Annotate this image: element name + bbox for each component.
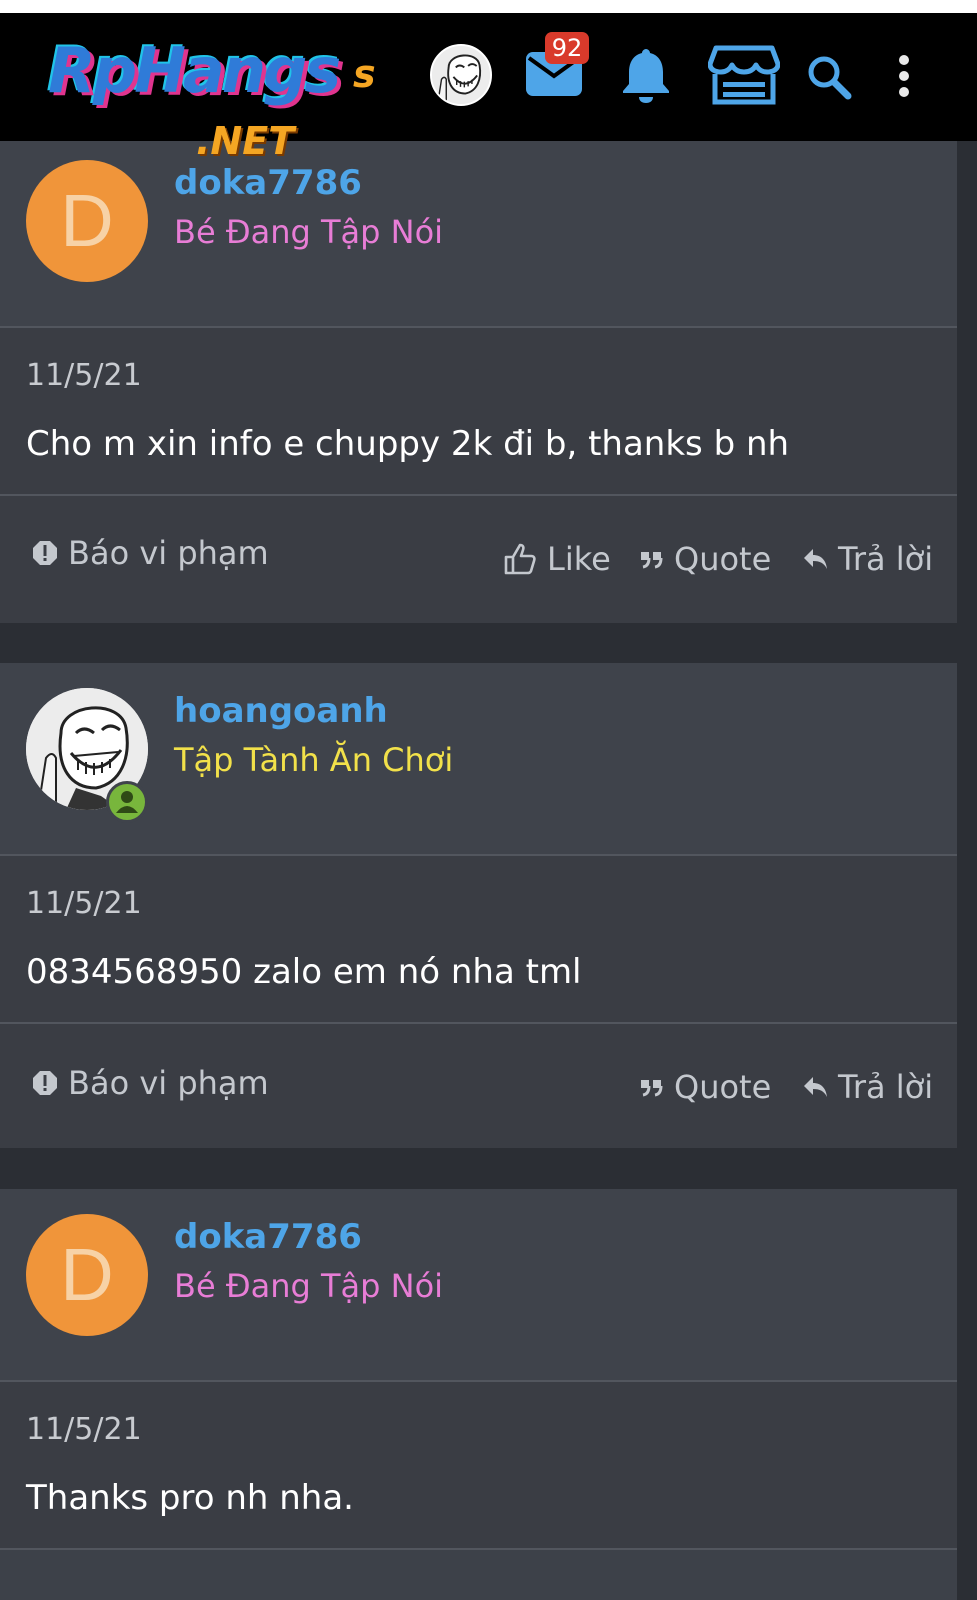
post-date[interactable]: 11/5/21 (26, 1412, 142, 1447)
reply-button[interactable]: Trả lời (802, 1068, 933, 1106)
post-date[interactable]: 11/5/21 (26, 886, 142, 921)
quote-label: Quote (674, 540, 772, 578)
user-avatar[interactable] (430, 44, 492, 106)
avatar[interactable]: D (26, 160, 148, 282)
post-2: hoangoanh Tập Tành Ăn Chơi 11/5/21 08345… (0, 663, 957, 1148)
post-gap (0, 1148, 977, 1189)
logo-suffix: s (353, 52, 376, 96)
post-body: 11/5/21 Thanks pro nh nha. (0, 1382, 957, 1548)
logo-net: .NET (196, 119, 295, 163)
post-header: hoangoanh Tập Tành Ăn Chơi (0, 663, 957, 854)
post-date[interactable]: 11/5/21 (26, 358, 142, 393)
reply-icon (804, 1077, 827, 1097)
quote-button[interactable]: Quote (640, 1068, 771, 1106)
more-menu-button[interactable] (897, 54, 911, 102)
user-title: Bé Đang Tập Nói (174, 213, 444, 251)
online-status-icon (106, 781, 148, 823)
username-link[interactable]: doka7786 (174, 1217, 362, 1257)
alert-icon (33, 1071, 57, 1095)
quote-label: Quote (674, 1068, 772, 1106)
post-body: 11/5/21 Cho m xin info e chuppy 2k đi b,… (0, 328, 957, 494)
post-3: D doka7786 Bé Đang Tập Nói 11/5/21 Thank… (0, 1189, 957, 1600)
reply-icon (804, 549, 827, 569)
post-1: D doka7786 Bé Đang Tập Nói 11/5/21 Cho m… (0, 141, 957, 623)
post-body: 11/5/21 0834568950 zalo em nó nha tml (0, 856, 957, 1022)
notifications-button[interactable] (622, 47, 670, 107)
report-label: Báo vi phạm (68, 1064, 269, 1102)
logo-text: RpHangs (48, 34, 341, 107)
store-button[interactable] (707, 44, 781, 110)
search-button[interactable] (806, 54, 852, 104)
like-label: Like (547, 540, 611, 578)
store-icon (707, 45, 781, 105)
divider (0, 1548, 957, 1550)
bell-icon (623, 49, 669, 103)
trollface-avatar-icon (432, 46, 490, 104)
report-button[interactable]: Báo vi phạm (32, 1064, 269, 1102)
alert-icon (33, 541, 57, 565)
more-vertical-icon (899, 55, 909, 97)
thumbs-up-icon (504, 543, 536, 575)
like-button[interactable]: Like (503, 540, 611, 578)
site-logo[interactable]: RpHangs s .NET (48, 40, 388, 170)
avatar[interactable]: D (26, 1214, 148, 1336)
post-gap (0, 623, 977, 663)
post-actions: Báo vi phạm Quote Trả lời (0, 1024, 957, 1148)
post-message: Thanks pro nh nha. (26, 1478, 354, 1518)
reply-label: Trả lời (838, 540, 934, 578)
search-icon (808, 56, 852, 100)
quote-icon (641, 1080, 663, 1097)
post-message: 0834568950 zalo em nó nha tml (26, 952, 582, 992)
reply-button[interactable]: Trả lời (802, 540, 933, 578)
user-title: Tập Tành Ăn Chơi (174, 741, 454, 779)
quote-icon (641, 552, 663, 569)
reply-label: Trả lời (838, 1068, 934, 1106)
username-link[interactable]: hoangoanh (174, 691, 388, 731)
inbox-count-badge: 92 (545, 32, 589, 64)
quote-button[interactable]: Quote (640, 540, 771, 578)
report-button[interactable]: Báo vi phạm (32, 534, 269, 572)
post-message: Cho m xin info e chuppy 2k đi b, thanks … (26, 424, 790, 464)
report-label: Báo vi phạm (68, 534, 269, 572)
status-bar (0, 0, 977, 13)
post-actions: Báo vi phạm Like Quote Trả lời (0, 496, 957, 623)
post-header: D doka7786 Bé Đang Tập Nói (0, 1189, 957, 1380)
user-title: Bé Đang Tập Nói (174, 1267, 444, 1305)
